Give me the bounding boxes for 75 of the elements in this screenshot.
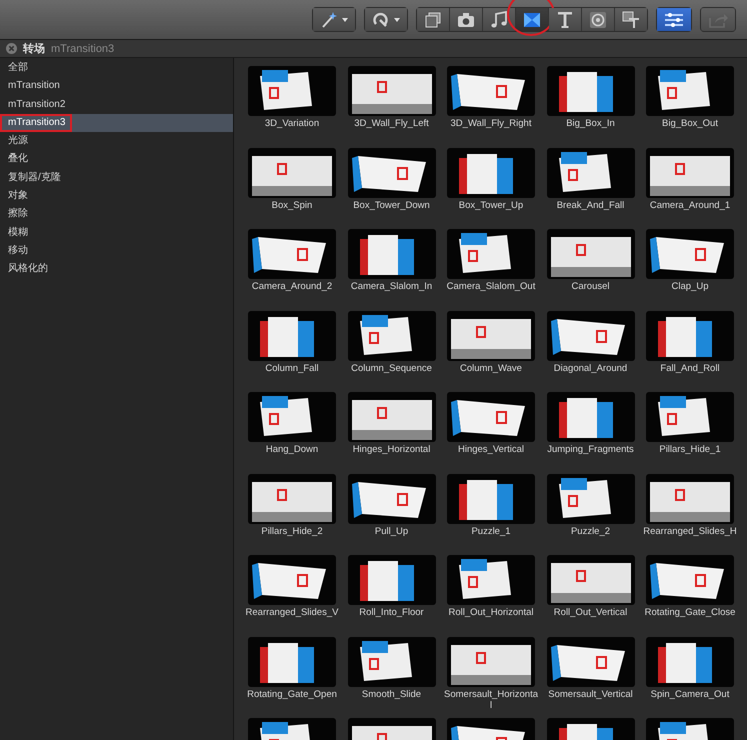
clips-button[interactable] — [417, 8, 449, 31]
transition-label: Roll_Out_Vertical — [552, 607, 628, 618]
transitions-button[interactable] — [516, 8, 548, 31]
photos-button[interactable] — [450, 8, 482, 31]
transition-label: Fall_And_Roll — [659, 362, 721, 374]
transition-label: Pillars_Hide_2 — [260, 526, 324, 536]
transition-label: Roll_Into_Floor — [358, 607, 425, 618]
sidebar-item[interactable]: 光源 — [0, 132, 233, 150]
title-icon — [556, 10, 574, 28]
countdown-icon — [589, 10, 607, 28]
transition-label: Carousel — [570, 281, 611, 292]
sidebar-item[interactable]: 擦除 — [0, 205, 233, 224]
transition-label: Big_Box_Out — [661, 118, 719, 129]
caret-icon — [394, 18, 400, 22]
sidebar-item[interactable]: 叠化 — [0, 150, 233, 169]
transition-label: Camera_Around_2 — [250, 281, 334, 292]
sidebar-item[interactable]: mTransition2 — [0, 96, 233, 114]
transition-label: Pull_Up — [374, 526, 410, 536]
browser-subtitle: mTransition3 — [51, 42, 114, 54]
transition-label: Puzzle_1 — [470, 526, 512, 536]
magic-wand-icon — [320, 10, 338, 28]
sliders-icon — [664, 12, 684, 28]
transition-label: Clap_Up — [670, 281, 710, 292]
transition-label: Rearranged_Slides_H — [643, 526, 737, 536]
transition-label: Diagonal_Around — [552, 362, 628, 374]
music-button[interactable] — [483, 8, 515, 31]
transition-label: Somersault_Horizontal — [444, 688, 538, 710]
transition-label: Column_Fall — [264, 362, 320, 374]
transition-label: Somersault_Vertical — [547, 688, 634, 700]
transition-label: Hinges_Vertical — [456, 444, 525, 455]
transition-label: Rotating_Gate_Close — [644, 607, 736, 618]
transition-label: Camera_Slalom_Out — [446, 281, 536, 292]
sidebar-item[interactable]: 对象 — [0, 187, 233, 206]
transition-label: Rotating_Gate_Open — [246, 688, 338, 700]
transition-label: Camera_Slalom_In — [350, 281, 434, 292]
transition-label: Box_Tower_Up — [458, 200, 524, 210]
transition-label: Smooth_Slide — [360, 688, 422, 700]
transition-label: Rearranged_Slides_V — [245, 607, 339, 618]
close-icon[interactable] — [6, 43, 17, 54]
transition-label: 3D_Variation — [264, 118, 320, 129]
transition-label: Jumping_Fragments — [546, 444, 635, 455]
sidebar-item[interactable]: 模糊 — [0, 224, 233, 242]
caret-icon — [342, 18, 348, 22]
curved-arrow-icon — [372, 10, 390, 28]
transition-label: Puzzle_2 — [570, 526, 612, 536]
transition-label: Column_Wave — [459, 362, 523, 374]
share-icon — [708, 12, 728, 28]
sidebar-item[interactable]: 复制器/克隆 — [0, 168, 233, 188]
themes-icon — [622, 10, 640, 28]
film-stack-icon — [424, 10, 442, 28]
transition-label: Box_Tower_Down — [352, 200, 431, 210]
sidebar-item[interactable]: 移动 — [0, 242, 233, 260]
transition-label: Big_Box_In — [565, 118, 616, 129]
transition-label: Pillars_Hide_1 — [658, 444, 722, 455]
transition-label: Break_And_Fall — [556, 200, 626, 210]
sidebar-item[interactable]: mTransition3 — [0, 114, 233, 132]
sidebar-item[interactable]: mTransition — [0, 77, 233, 96]
sidebar-item[interactable]: 风格化的 — [0, 260, 233, 279]
transition-label: 3D_Wall_Fly_Right — [450, 118, 532, 129]
themes-button[interactable] — [615, 8, 647, 31]
titles-button[interactable] — [549, 8, 581, 31]
music-note-icon — [490, 10, 508, 28]
transition-label: Box_Spin — [270, 200, 314, 210]
transition-label: 3D_Wall_Fly_Left — [353, 118, 430, 129]
camera-icon — [457, 10, 475, 28]
transition-label: Spin_Camera_Out — [650, 688, 730, 700]
browser-title: 转场 — [23, 42, 45, 56]
transition-label: Camera_Around_1 — [648, 200, 732, 210]
transition-label: Hang_Down — [264, 444, 320, 455]
transition-icon — [523, 10, 541, 28]
transition-label: Column_Sequence — [350, 362, 433, 374]
sidebar-item[interactable]: 全部 — [0, 59, 233, 78]
generators-button[interactable] — [582, 8, 614, 31]
transition-label: Roll_Out_Horizontal — [447, 607, 534, 618]
transition-label: Hinges_Horizontal — [352, 444, 432, 455]
